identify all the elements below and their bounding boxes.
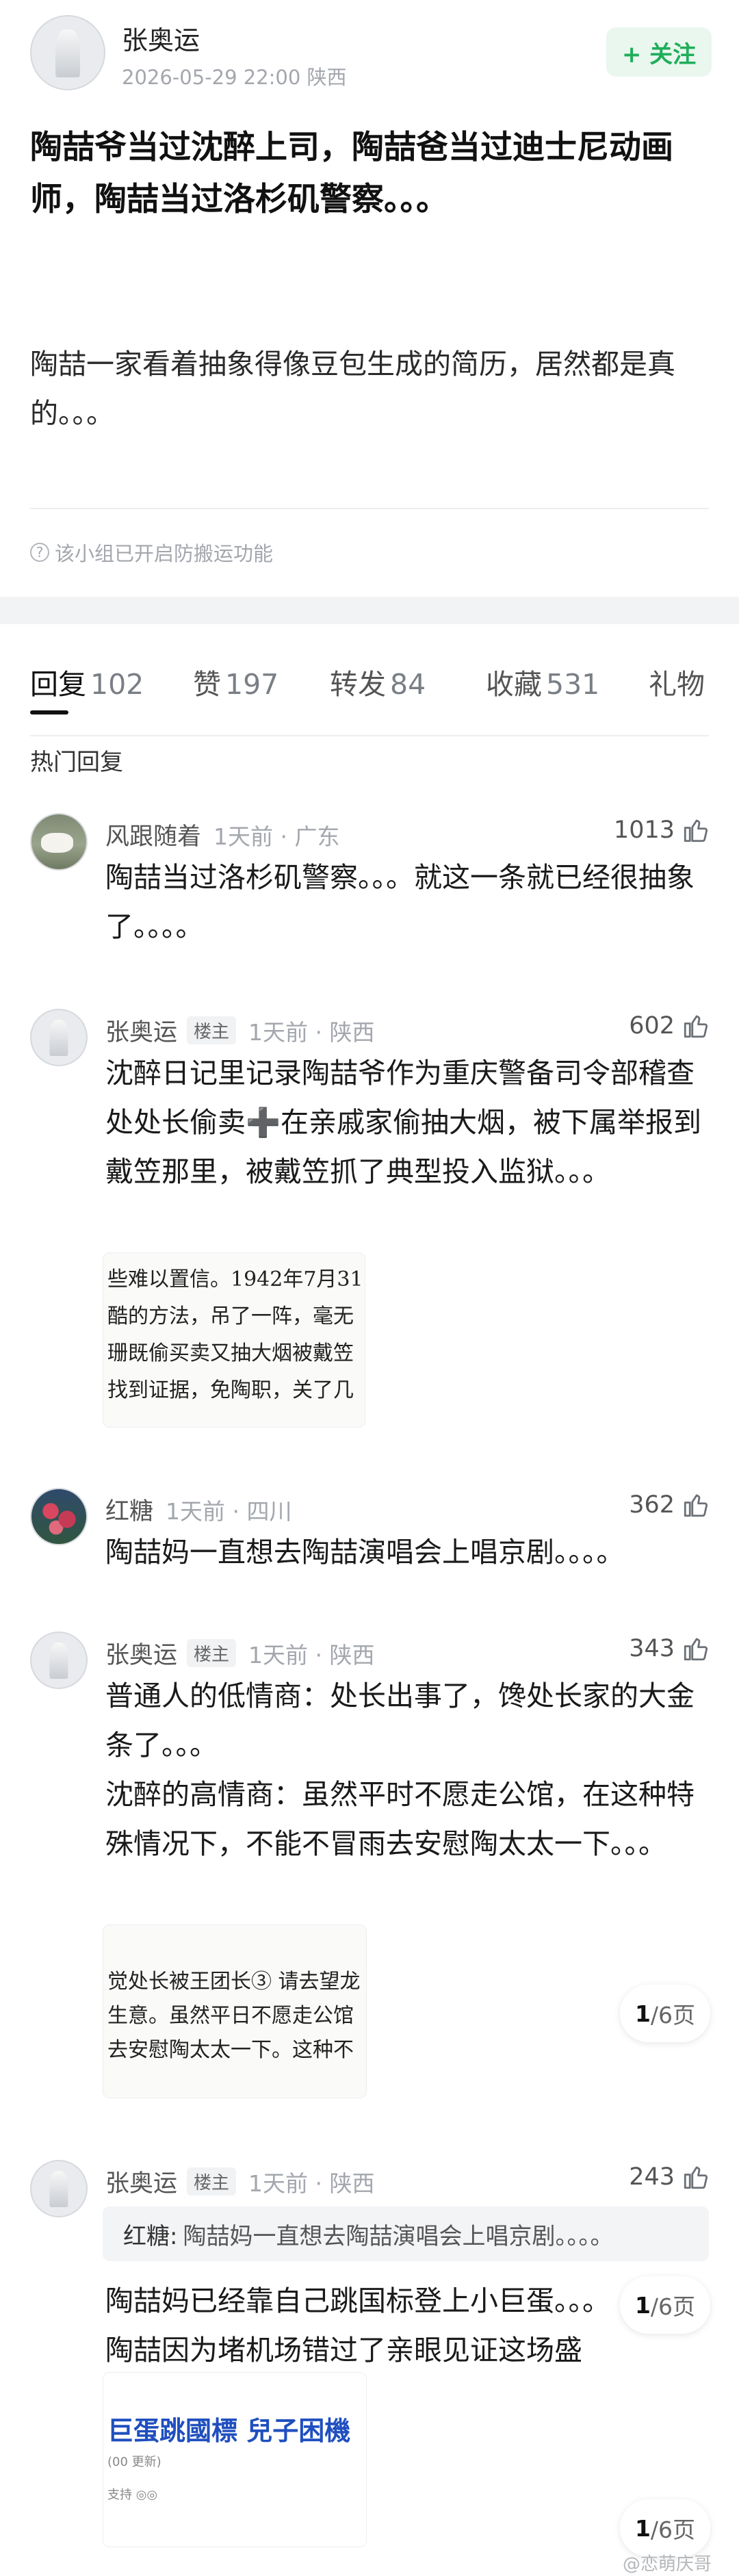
image-subtext: (00 更新) xyxy=(107,2455,161,2469)
tab-label: 赞 xyxy=(193,668,221,701)
op-badge: 楼主 xyxy=(187,2167,237,2195)
commenter-avatar[interactable] xyxy=(30,2160,88,2217)
thumbs-up-icon xyxy=(682,1012,710,1040)
like-count: 343 xyxy=(629,1635,675,1662)
comment-text: 普通人的低情商：处长出事了，馋处长家的大金条了。。。 xyxy=(105,1679,695,1762)
anti-repost-text: 该小组已开启防搬运功能 xyxy=(55,542,274,565)
like-button[interactable]: 343 xyxy=(629,1634,710,1663)
pager-total: /6页 xyxy=(650,2516,696,2543)
tab-label: 转发 xyxy=(330,668,386,701)
tab-gifts[interactable]: 礼物 xyxy=(649,661,705,702)
quoted-reply[interactable]: 红糖: 陶喆妈一直想去陶喆演唱会上唱京剧。。。。 xyxy=(103,2206,709,2261)
comment-text: 陶喆当过洛杉矶警察。。。就这一条就已经很抽象了。。。。 xyxy=(105,861,695,943)
section-separator xyxy=(0,597,739,624)
like-button[interactable]: 243 xyxy=(629,2163,710,2191)
anti-repost-note: ? 该小组已开启防搬运功能 xyxy=(30,538,273,567)
comment-text: 沈醉日记里记录陶喆爷作为重庆警备司令部稽查处处长偷卖➕在亲戚家偷抽大烟，被下属举… xyxy=(105,1057,702,1188)
image-text-line: 找到证据，免陶职，关了几 xyxy=(107,1378,354,1402)
pager-total: /6页 xyxy=(650,2002,696,2028)
tab-likes[interactable]: 赞 197 xyxy=(193,661,278,702)
image-pager[interactable]: 1/6页 xyxy=(620,1985,710,2042)
commenter-name[interactable]: 张奥运 楼主 1天前 · 陕西 xyxy=(105,2164,375,2199)
like-count: 362 xyxy=(629,1491,675,1519)
pager-total: /6页 xyxy=(650,2293,696,2320)
image-pager[interactable]: 1/6页 xyxy=(620,2276,710,2334)
commenter-name[interactable]: 张奥运 楼主 1天前 · 陕西 xyxy=(105,1636,375,1671)
pager-current: 1 xyxy=(634,2000,651,2027)
divider xyxy=(30,508,709,509)
pager-current: 1 xyxy=(634,2291,651,2319)
comment-meta: 1天前 · 四川 xyxy=(166,1498,292,1525)
commenter-avatar[interactable] xyxy=(30,1488,88,1545)
reply-tabs: 回复 102 赞 197 转发 84 收藏 531 礼物 xyxy=(0,624,739,739)
question-icon: ? xyxy=(30,543,49,562)
commenter-name[interactable]: 风跟随着 1天前 · 广东 xyxy=(105,817,339,852)
comment-image[interactable]: 觉处长被王团长③ 请去望龙 生意。虽然平日不愿走公馆 去安慰陶太太一下。这种不 xyxy=(103,1924,367,2098)
commenter-name[interactable]: 红糖 1天前 · 四川 xyxy=(105,1492,291,1527)
tab-count: 197 xyxy=(225,668,279,701)
comment-meta: 1天前 · 陕西 xyxy=(248,1642,375,1669)
image-subtext: 支持 ◎◎ xyxy=(107,2488,158,2502)
like-count: 243 xyxy=(629,2163,675,2191)
author-name[interactable]: 张奥运 xyxy=(122,19,200,57)
commenter-avatar[interactable] xyxy=(30,1632,88,1689)
tab-favorites[interactable]: 收藏 531 xyxy=(486,661,599,702)
tab-reposts[interactable]: 转发 84 xyxy=(330,661,426,702)
image-text-line: 去安慰陶太太一下。这种不 xyxy=(107,2038,354,2062)
comment-image[interactable]: 巨蛋跳國標 兒子困機 (00 更新) 支持 ◎◎ xyxy=(103,2372,367,2547)
op-badge: 楼主 xyxy=(187,1639,237,1667)
commenter-avatar[interactable] xyxy=(30,813,88,871)
divider xyxy=(30,735,709,736)
watermark: @恋萌庆哥 xyxy=(622,2554,712,2575)
comment-meta: 1天前 · 陕西 xyxy=(248,2170,375,2197)
tab-label: 回复 xyxy=(30,668,86,701)
comment-meta: 1天前 · 广东 xyxy=(213,823,340,850)
thumbs-up-icon xyxy=(682,816,710,845)
tab-count: 84 xyxy=(390,668,426,701)
tab-count: 102 xyxy=(90,668,144,701)
image-headline: 巨蛋跳國標 兒子困機 xyxy=(107,2416,351,2446)
like-count: 602 xyxy=(629,1012,675,1040)
thumbs-up-icon xyxy=(682,1491,710,1519)
tab-label: 收藏 xyxy=(486,668,542,701)
post-body: 陶喆一家看着抽象得像豆包生成的简历，居然都是真的。。。 xyxy=(30,348,675,430)
quoted-user: 红糖: xyxy=(123,2222,178,2250)
quoted-text: 陶喆妈一直想去陶喆演唱会上唱京剧。。。。 xyxy=(183,2222,614,2250)
tab-replies[interactable]: 回复 102 xyxy=(30,661,144,702)
follow-button[interactable]: + 关注 xyxy=(606,27,712,77)
image-text-line: 珊既偷买卖又抽大烟被戴笠 xyxy=(107,1341,354,1365)
author-avatar[interactable] xyxy=(30,15,105,90)
comment-text: 沈醉的高情商：虽然平时不愿走公馆，在这种特殊情况下，不能不冒雨去安慰陶太太一下。… xyxy=(105,1778,695,1860)
hot-replies-title: 热门回复 xyxy=(30,749,123,776)
tab-count: 531 xyxy=(546,668,600,701)
post-title: 陶喆爷当过沈醉上司，陶喆爸当过迪士尼动画师，陶喆当过洛杉矶警察。。。 xyxy=(30,129,673,218)
image-text-line: 酷的方法，吊了一阵，毫无 xyxy=(107,1304,354,1328)
thumbs-up-icon xyxy=(682,2163,710,2191)
image-text-line: 些难以置信。1942年7月31 xyxy=(107,1267,363,1291)
image-text-line: 觉处长被王团长③ 请去望龙 xyxy=(107,1970,361,1994)
image-pager[interactable]: 1/6页 xyxy=(620,2499,710,2557)
comment-text: 陶喆妈一直想去陶喆演唱会上唱京剧。。。。 xyxy=(105,1536,625,1569)
op-badge: 楼主 xyxy=(187,1016,237,1044)
commenter-avatar[interactable] xyxy=(30,1009,88,1066)
active-tab-indicator xyxy=(30,710,68,714)
like-button[interactable]: 362 xyxy=(629,1491,710,1519)
image-text-line: 生意。虽然平日不愿走公馆 xyxy=(107,2004,354,2028)
thumbs-up-icon xyxy=(682,1634,710,1663)
like-button[interactable]: 1013 xyxy=(614,816,710,845)
comment-meta: 1天前 · 陕西 xyxy=(248,1019,375,1046)
post-header: 张奥运 2026-05-29 22:00 陕西 + 关注 xyxy=(0,0,739,103)
like-button[interactable]: 602 xyxy=(629,1012,710,1040)
commenter-name[interactable]: 张奥运 楼主 1天前 · 陕西 xyxy=(105,1013,375,1048)
like-count: 1013 xyxy=(613,816,675,844)
pager-current: 1 xyxy=(634,2514,651,2542)
tab-label: 礼物 xyxy=(649,668,705,701)
comment-image[interactable]: 些难以置信。1942年7月31 酷的方法，吊了一阵，毫无 珊既偷买卖又抽大烟被戴… xyxy=(103,1252,365,1428)
post-meta: 2026-05-29 22:00 陕西 xyxy=(122,66,347,89)
